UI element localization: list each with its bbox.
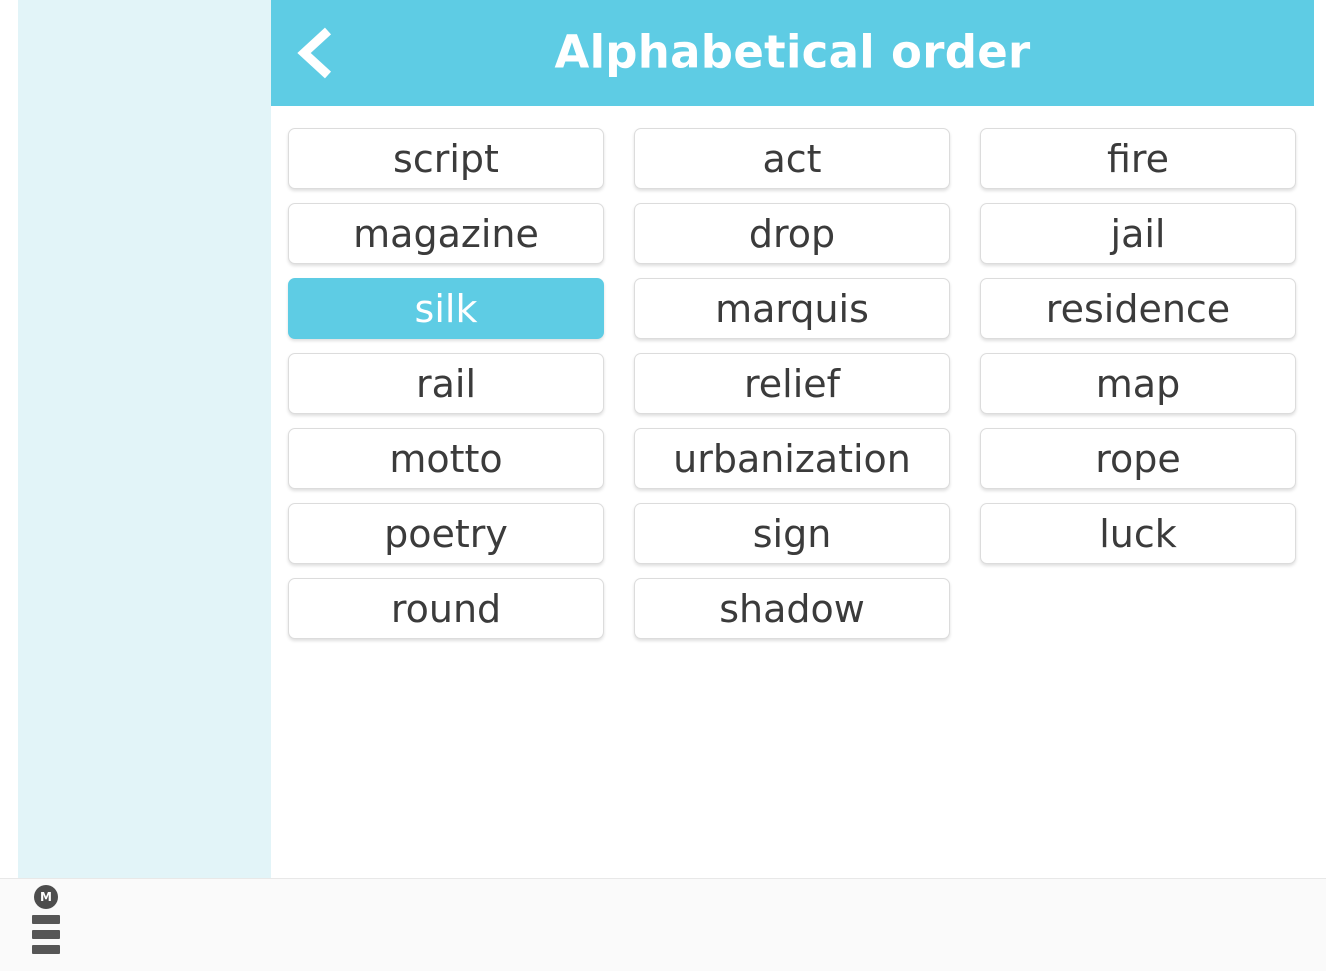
word-tile[interactable]: poetry bbox=[288, 503, 604, 564]
brand-block: M bbox=[24, 885, 68, 954]
word-grid: script act fire magazine drop jail silk marquis… bbox=[271, 106, 1314, 639]
word-tile[interactable]: rope bbox=[980, 428, 1296, 489]
word-tile[interactable]: rail bbox=[288, 353, 604, 414]
word-tile[interactable]: sign bbox=[634, 503, 950, 564]
menu-bar-2 bbox=[32, 930, 60, 939]
word-tile[interactable]: luck bbox=[980, 503, 1296, 564]
word-tile[interactable]: shadow bbox=[634, 578, 950, 639]
word-tile[interactable]: map bbox=[980, 353, 1296, 414]
bottom-toolbar: M i Correct bbox=[0, 878, 1326, 971]
word-tile[interactable]: jail bbox=[980, 203, 1296, 264]
word-tile[interactable]: act bbox=[634, 128, 950, 189]
left-margin-strip bbox=[0, 0, 18, 878]
brand-logo-icon: M bbox=[34, 885, 58, 909]
menu-bar-1 bbox=[32, 915, 60, 924]
sidebar-panel bbox=[18, 0, 271, 878]
word-tile[interactable]: relief bbox=[634, 353, 950, 414]
word-tile[interactable]: drop bbox=[634, 203, 950, 264]
app-root: Alphabetical order script act fire magazine… bbox=[0, 0, 1326, 971]
word-tile[interactable]: silk bbox=[288, 278, 604, 339]
word-tile[interactable]: fire bbox=[980, 128, 1296, 189]
content-panel: Alphabetical order script act fire magazine… bbox=[271, 0, 1326, 878]
page-title: Alphabetical order bbox=[554, 25, 1031, 79]
word-tile[interactable]: motto bbox=[288, 428, 604, 489]
word-tile-empty bbox=[980, 578, 1296, 639]
menu-bar-3 bbox=[32, 945, 60, 954]
word-tile[interactable]: urbanization bbox=[634, 428, 950, 489]
hamburger-menu-icon[interactable] bbox=[32, 915, 60, 954]
word-tile[interactable]: marquis bbox=[634, 278, 950, 339]
app-header: Alphabetical order bbox=[271, 0, 1314, 106]
word-tile[interactable]: round bbox=[288, 578, 604, 639]
word-tile[interactable]: script bbox=[288, 128, 604, 189]
word-tile[interactable]: magazine bbox=[288, 203, 604, 264]
word-tile[interactable]: residence bbox=[980, 278, 1296, 339]
